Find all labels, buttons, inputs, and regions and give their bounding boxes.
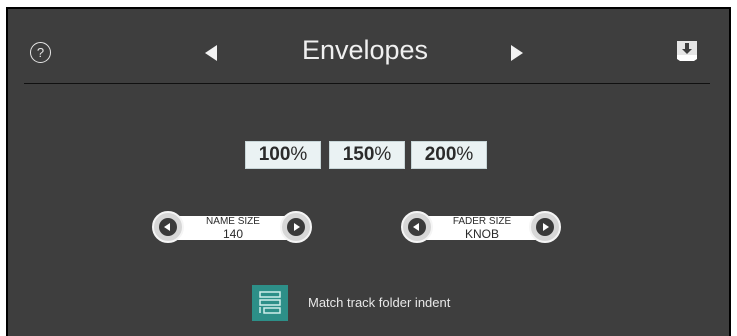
match-folder-indent-row: Match track folder indent bbox=[252, 285, 552, 321]
arrow-left-icon bbox=[413, 223, 419, 231]
page-title: Envelopes bbox=[301, 35, 429, 65]
scale-100-number: 100 bbox=[258, 144, 291, 165]
fader-size-value: KNOB bbox=[464, 227, 499, 241]
prev-arrow-icon[interactable] bbox=[205, 45, 217, 61]
scale-200-number: 200 bbox=[424, 144, 457, 165]
save-download-icon[interactable] bbox=[676, 40, 698, 62]
fader-size-decrease-button[interactable] bbox=[401, 211, 433, 243]
arrow-right-icon bbox=[294, 223, 300, 231]
fader-size-display: FADER SIZE KNOB bbox=[419, 216, 545, 240]
envelopes-panel: ? Envelopes 100% 150% 200% NAME SIZE 140… bbox=[6, 7, 731, 336]
help-icon[interactable]: ? bbox=[30, 42, 51, 63]
arrow-right-icon bbox=[543, 223, 549, 231]
scale-150-button[interactable]: 150% bbox=[329, 141, 405, 169]
folder-indent-icon[interactable] bbox=[252, 285, 288, 321]
name-size-display: NAME SIZE 140 bbox=[170, 216, 296, 240]
panel-header: ? Envelopes bbox=[8, 9, 729, 85]
name-size-value: 140 bbox=[222, 227, 244, 241]
header-divider bbox=[24, 83, 710, 84]
match-folder-indent-label: Match track folder indent bbox=[308, 295, 451, 310]
fader-size-stepper: FADER SIZE KNOB bbox=[401, 208, 563, 248]
scale-selector: 100% 150% 200% bbox=[8, 141, 729, 171]
scale-150-number: 150 bbox=[342, 144, 375, 165]
arrow-left-icon bbox=[164, 223, 170, 231]
name-size-increase-button[interactable] bbox=[280, 211, 312, 243]
scale-100-suffix: % bbox=[290, 144, 308, 165]
scale-200-button[interactable]: 200% bbox=[411, 141, 487, 169]
name-size-decrease-button[interactable] bbox=[152, 211, 184, 243]
next-arrow-icon[interactable] bbox=[511, 45, 523, 61]
scale-100-button[interactable]: 100% bbox=[245, 141, 321, 169]
scale-150-suffix: % bbox=[374, 144, 392, 165]
scale-200-suffix: % bbox=[456, 144, 474, 165]
window-frame: ? Envelopes 100% 150% 200% NAME SIZE 140… bbox=[0, 0, 737, 336]
fader-size-increase-button[interactable] bbox=[529, 211, 561, 243]
name-size-stepper: NAME SIZE 140 bbox=[152, 208, 314, 248]
